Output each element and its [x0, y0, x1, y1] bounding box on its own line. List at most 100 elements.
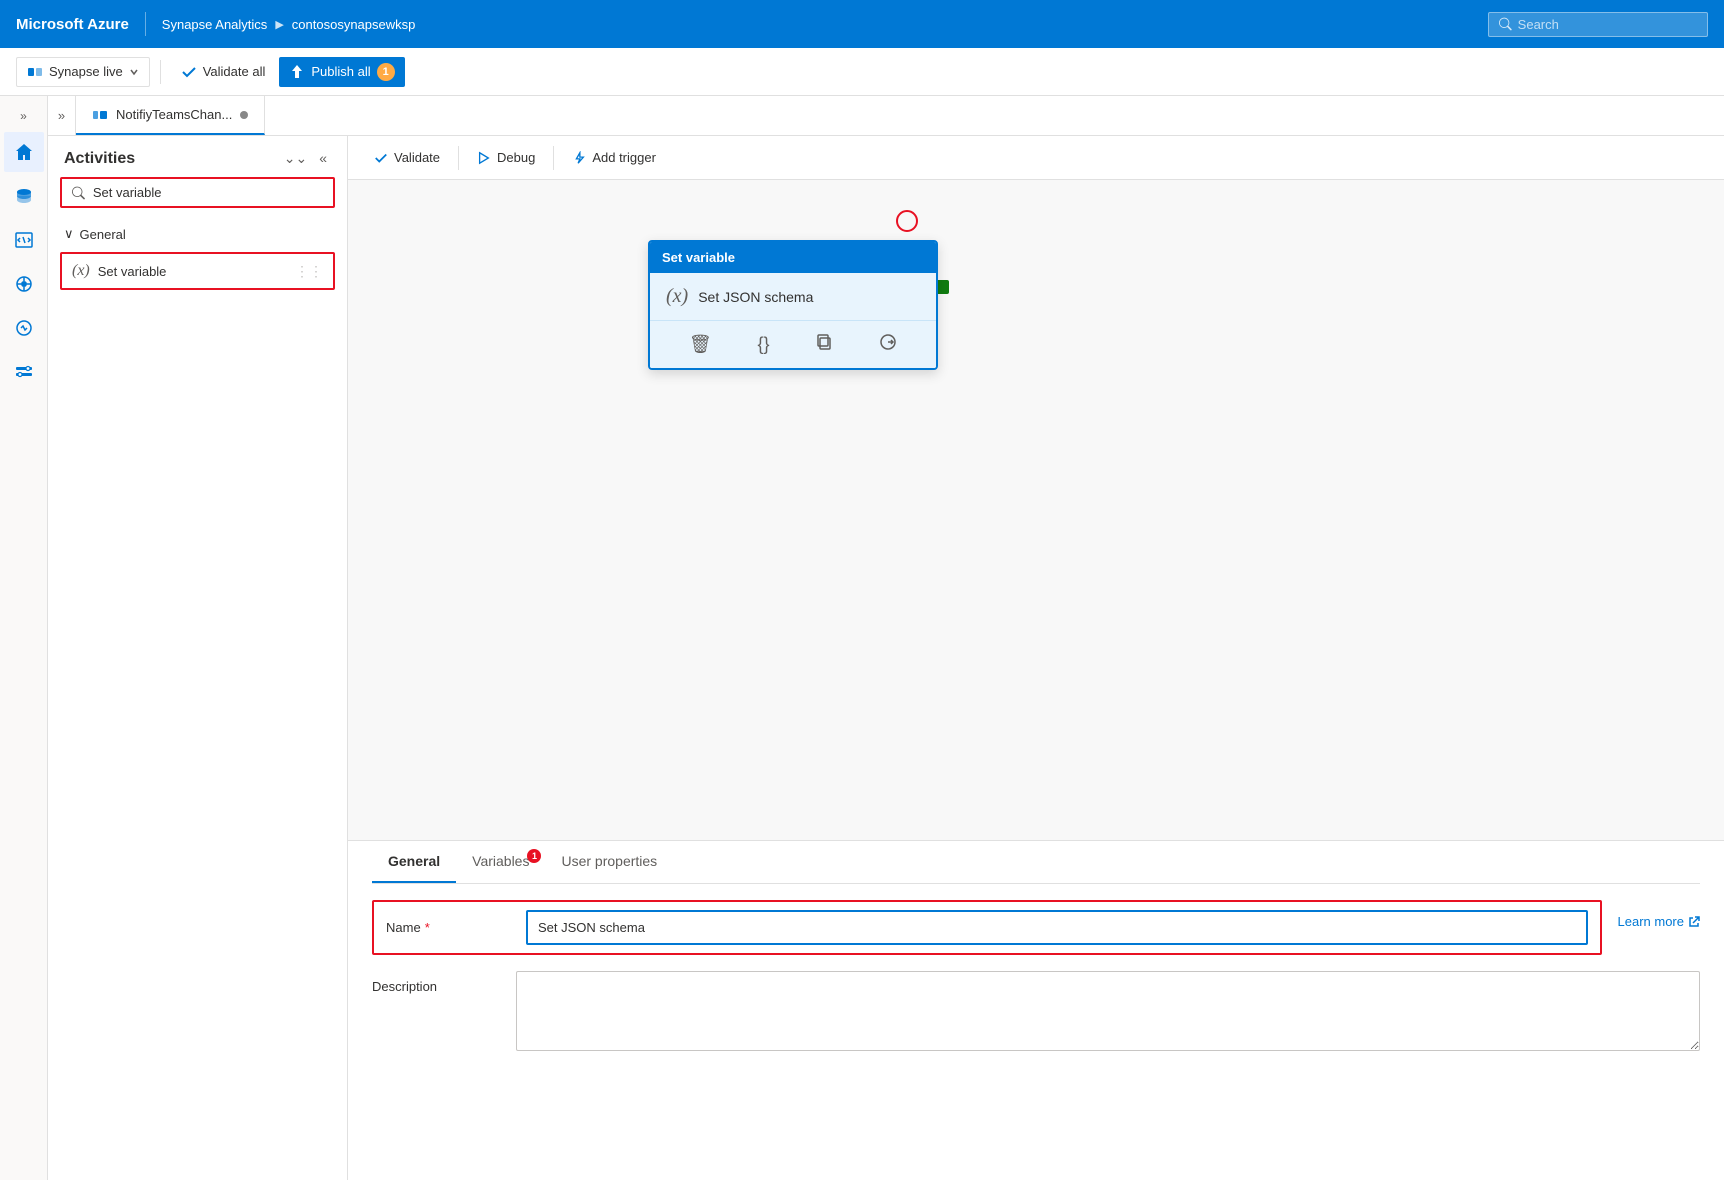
publish-all-button[interactable]: Publish all 1 — [279, 57, 404, 87]
sidebar-integrate-icon[interactable] — [4, 264, 44, 304]
search-bar[interactable] — [1488, 12, 1708, 37]
collapse-all-button[interactable]: ⌄⌄ — [280, 148, 311, 169]
trigger-icon — [572, 151, 586, 165]
section-label: General — [80, 227, 126, 242]
breadcrumb-service: Synapse Analytics — [162, 17, 268, 32]
synapse-live-label: Synapse live — [49, 64, 123, 79]
canvas-toolbar-divider — [458, 146, 459, 170]
activities-section-general: ∨ General (x) Set variable ⋮⋮ — [48, 220, 347, 294]
chevron-icon: ∨ — [64, 226, 74, 242]
drag-handle-icon[interactable]: ⋮⋮ — [295, 263, 323, 280]
tab-expand-button[interactable]: » — [48, 96, 76, 135]
description-input-wrap — [516, 971, 1700, 1054]
collapse-panel-button[interactable]: « — [315, 148, 331, 169]
sv-card-icon: (x) — [666, 285, 688, 308]
pipeline-tab-label: NotifiyTeamsChan... — [116, 107, 232, 122]
content-area: » NotifiyTeamsChan... Activities ⌄⌄ « — [48, 96, 1724, 1180]
debug-icon — [477, 151, 491, 165]
name-label: Name — [386, 920, 421, 935]
sv-card-title: Set variable — [662, 250, 735, 265]
synapse-icon — [27, 64, 43, 80]
copy-icon — [815, 333, 833, 351]
activities-header: Activities ⌄⌄ « — [48, 136, 347, 177]
section-header-general[interactable]: ∨ General — [60, 220, 335, 248]
sv-card-body[interactable]: (x) Set JSON schema — [650, 273, 936, 320]
validate-canvas-icon — [374, 151, 388, 165]
add-trigger-button[interactable]: Add trigger — [562, 144, 666, 171]
sidebar-monitor-icon[interactable] — [4, 308, 44, 348]
pipeline-tab[interactable]: NotifiyTeamsChan... — [76, 96, 265, 135]
tab-user-properties[interactable]: User properties — [545, 841, 673, 883]
connection-dot — [896, 210, 918, 232]
learn-more-link[interactable]: Learn more — [1602, 900, 1700, 929]
nav-divider — [145, 12, 146, 36]
top-nav: Microsoft Azure Synapse Analytics ▶ cont… — [0, 0, 1724, 48]
required-star: * — [425, 920, 430, 935]
sidebar-data-icon[interactable] — [4, 176, 44, 216]
sv-card-actions: 🗑 {} — [650, 320, 936, 368]
search-input[interactable] — [1518, 17, 1697, 32]
synapse-live-button[interactable]: Synapse live — [16, 57, 150, 87]
left-sidebar: » — [0, 96, 48, 1180]
activities-panel: Activities ⌄⌄ « ∨ — [48, 136, 348, 1180]
tab-general[interactable]: General — [372, 841, 456, 883]
code-button[interactable]: {} — [750, 330, 778, 359]
name-field-container: Name * — [372, 900, 1602, 955]
copy-button[interactable] — [807, 329, 841, 360]
name-input[interactable] — [526, 910, 1588, 945]
validate-button[interactable]: Validate — [364, 144, 450, 171]
breadcrumb-workspace: contososynapsewksp — [292, 17, 416, 32]
activities-title: Activities — [64, 150, 135, 168]
tab-variables[interactable]: Variables 1 — [456, 841, 545, 883]
activity-item-inner: (x) Set variable — [72, 262, 287, 280]
description-form-row: Description — [372, 971, 1700, 1054]
navigate-icon — [879, 333, 897, 351]
main-layout: » — [0, 96, 1724, 1180]
set-variable-activity-item[interactable]: (x) Set variable ⋮⋮ — [60, 252, 335, 290]
validate-icon — [181, 64, 197, 80]
external-link-icon — [1688, 916, 1700, 928]
activities-search-input[interactable] — [93, 185, 323, 200]
activity-item-label: Set variable — [98, 264, 167, 279]
breadcrumb: Synapse Analytics ▶ contososynapsewksp — [162, 17, 416, 32]
validate-all-button[interactable]: Validate all — [171, 58, 276, 86]
tab-unsaved-dot — [240, 111, 248, 119]
sv-card-header: Set variable — [650, 242, 936, 273]
breadcrumb-arrow-icon: ▶ — [275, 18, 283, 31]
canvas-divider2 — [553, 146, 554, 170]
sv-card-label: Set JSON schema — [698, 289, 813, 305]
canvas[interactable]: Set variable (x) Set JSON schema 🗑 {} — [348, 180, 1724, 840]
details-tabs: General Variables 1 User properties — [372, 841, 1700, 884]
activities-search-icon — [72, 186, 85, 200]
brand-name: Microsoft Azure — [16, 16, 129, 33]
pipeline-tab-icon — [92, 107, 108, 123]
canvas-area: Validate Debug Add trigger — [348, 136, 1724, 1180]
publish-badge: 1 — [377, 63, 395, 81]
toolbar-divider — [160, 60, 161, 84]
description-label: Description — [372, 979, 437, 994]
description-input[interactable] — [516, 971, 1700, 1051]
main-toolbar: Synapse live Validate all Publish all 1 — [0, 48, 1724, 96]
sidebar-develop-icon[interactable] — [4, 220, 44, 260]
chevron-down-icon — [129, 67, 139, 77]
search-icon — [1499, 17, 1512, 31]
description-label-group: Description — [372, 971, 492, 994]
split-area: Activities ⌄⌄ « ∨ — [48, 136, 1724, 1180]
sidebar-manage-icon[interactable] — [4, 352, 44, 392]
set-variable-icon: (x) — [72, 262, 90, 280]
variables-badge: 1 — [527, 849, 541, 863]
sidebar-home-icon[interactable] — [4, 132, 44, 172]
debug-button[interactable]: Debug — [467, 144, 545, 171]
sidebar-expand-button[interactable]: » — [12, 104, 36, 128]
name-label-group: Name * — [386, 920, 506, 935]
name-form-row: Name * Learn more — [372, 900, 1700, 955]
delete-button[interactable]: 🗑 — [681, 330, 720, 359]
navigate-button[interactable] — [871, 329, 905, 360]
tab-bar: » NotifiyTeamsChan... — [48, 96, 1724, 136]
set-variable-card[interactable]: Set variable (x) Set JSON schema 🗑 {} — [648, 240, 938, 370]
activities-search-box — [60, 177, 335, 208]
activities-controls: ⌄⌄ « — [280, 148, 331, 169]
canvas-toolbar: Validate Debug Add trigger — [348, 136, 1724, 180]
details-pane: General Variables 1 User properties — [348, 840, 1724, 1180]
publish-icon — [289, 64, 305, 80]
